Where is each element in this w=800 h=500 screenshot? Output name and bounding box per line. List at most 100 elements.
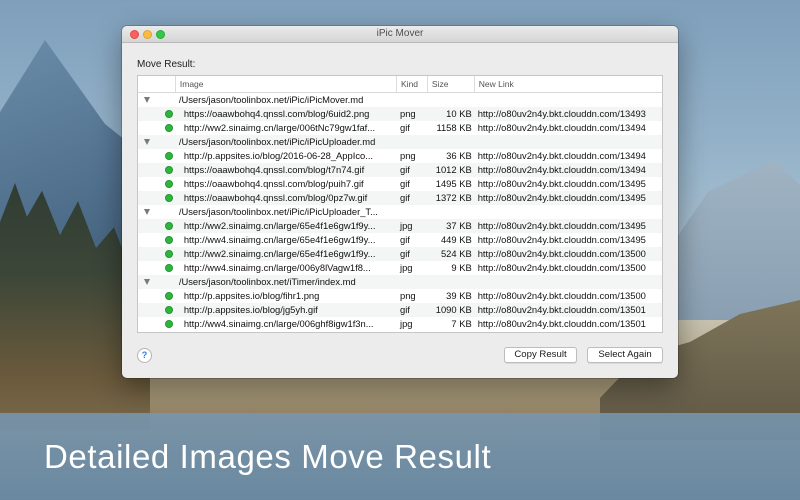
success-status-icon bbox=[165, 222, 173, 230]
success-status-icon bbox=[165, 180, 173, 188]
size-cell: 1372 KB bbox=[435, 192, 472, 203]
image-url-cell: https://oaawbohq4.qnssl.com/blog/6uid2.p… bbox=[183, 108, 370, 119]
success-status-icon bbox=[165, 306, 173, 314]
disclosure-triangle-icon[interactable] bbox=[144, 139, 150, 145]
tree-cell bbox=[138, 93, 176, 107]
title-bar: iPic Mover bbox=[122, 26, 678, 43]
image-url-cell: https://oaawbohq4.qnssl.com/blog/puih7.g… bbox=[183, 178, 364, 189]
tree-cell bbox=[138, 205, 176, 219]
image-url-cell: http://ww4.sinaimg.cn/large/65e4f1e6gw1f… bbox=[183, 234, 376, 245]
success-status-icon bbox=[165, 110, 173, 118]
tree-cell bbox=[138, 247, 176, 261]
new-link-cell: http://o80uv2n4y.bkt.clouddn.com/13495 bbox=[477, 192, 646, 203]
group-row[interactable]: /Users/jason/toolinbox.net/iTimer/index.… bbox=[138, 275, 662, 289]
table-row[interactable]: https://oaawbohq4.qnssl.com/blog/0pz7w.g… bbox=[138, 191, 662, 205]
group-row[interactable]: /Users/jason/toolinbox.net/iPic/iPicUplo… bbox=[138, 135, 662, 149]
tree-cell bbox=[138, 149, 176, 163]
table-row[interactable]: http://p.appsites.io/blog/2016-06-28_App… bbox=[138, 149, 662, 163]
promo-caption: Detailed Images Move Result bbox=[44, 438, 492, 475]
new-link-cell: http://o80uv2n4y.bkt.clouddn.com/13494 bbox=[477, 122, 646, 133]
new-link-cell: http://o80uv2n4y.bkt.clouddn.com/13495 bbox=[477, 220, 646, 231]
disclosure-triangle-icon[interactable] bbox=[144, 209, 150, 215]
new-link-cell: http://o80uv2n4y.bkt.clouddn.com/13495 bbox=[477, 234, 646, 245]
disclosure-triangle-icon[interactable] bbox=[144, 279, 150, 285]
image-url-cell: http://ww2.sinaimg.cn/large/65e4f1e6gw1f… bbox=[183, 248, 376, 259]
select-again-button[interactable]: Select Again bbox=[587, 347, 663, 363]
tree-cell bbox=[138, 177, 176, 191]
image-url-cell: http://ww2.sinaimg.cn/large/006tNc79gw1f… bbox=[183, 122, 376, 133]
size-cell: 37 KB bbox=[446, 220, 472, 231]
move-result-table[interactable]: Image Kind Size New Link /Users/jason/to… bbox=[137, 75, 663, 333]
table-row[interactable]: http://p.appsites.io/blog/fihr1.png png 39… bbox=[138, 289, 662, 303]
copy-result-button[interactable]: Copy Result bbox=[504, 347, 577, 363]
tree-cell bbox=[138, 219, 176, 233]
table-row[interactable]: http://ww4.sinaimg.cn/large/65e4f1e6gw1f… bbox=[138, 233, 662, 247]
image-url-cell: http://p.appsites.io/blog/2016-06-28_App… bbox=[183, 150, 374, 161]
size-column-header[interactable]: Size bbox=[428, 76, 475, 92]
markdown-path-cell: /Users/jason/toolinbox.net/iPic/iPicUplo… bbox=[178, 206, 378, 217]
tree-cell bbox=[138, 233, 176, 247]
kind-cell: gif bbox=[400, 248, 410, 259]
kind-cell: jpg bbox=[400, 318, 413, 329]
kind-column-header[interactable]: Kind bbox=[397, 76, 428, 92]
table-row[interactable]: https://oaawbohq4.qnssl.com/blog/puih7.g… bbox=[138, 177, 662, 191]
new-link-column-header[interactable]: New Link bbox=[475, 76, 662, 92]
image-column-header[interactable]: Image bbox=[176, 76, 398, 92]
tree-cell bbox=[138, 107, 176, 121]
tree-cell bbox=[138, 261, 176, 275]
new-link-cell: http://o80uv2n4y.bkt.clouddn.com/13500 bbox=[477, 290, 646, 301]
size-cell: 1495 KB bbox=[435, 178, 472, 189]
size-cell: 1090 KB bbox=[435, 304, 472, 315]
size-cell: 1158 KB bbox=[436, 122, 472, 133]
kind-cell: gif bbox=[400, 178, 410, 189]
success-status-icon bbox=[165, 124, 173, 132]
disclosure-triangle-icon[interactable] bbox=[144, 97, 150, 103]
new-link-cell: http://o80uv2n4y.bkt.clouddn.com/13495 bbox=[477, 178, 646, 189]
table-row[interactable]: http://ww2.sinaimg.cn/large/65e4f1e6gw1f… bbox=[138, 247, 662, 261]
table-header: Image Kind Size New Link bbox=[138, 76, 662, 93]
success-status-icon bbox=[165, 152, 173, 160]
image-url-cell: http://ww4.sinaimg.cn/large/006ghf8igw1f… bbox=[183, 318, 374, 329]
size-cell: 39 KB bbox=[446, 290, 472, 301]
markdown-path-cell: /Users/jason/toolinbox.net/iTimer/index.… bbox=[178, 276, 356, 287]
tree-cell bbox=[138, 121, 176, 135]
image-url-cell: https://oaawbohq4.qnssl.com/blog/t7n74.g… bbox=[183, 164, 365, 175]
kind-cell: gif bbox=[400, 192, 410, 203]
kind-cell: gif bbox=[400, 234, 410, 245]
new-link-cell: http://o80uv2n4y.bkt.clouddn.com/13500 bbox=[477, 262, 646, 273]
kind-cell: jpg bbox=[400, 220, 413, 231]
size-cell: 524 KB bbox=[440, 248, 472, 259]
table-row[interactable]: https://oaawbohq4.qnssl.com/blog/6uid2.p… bbox=[138, 107, 662, 121]
tree-cell bbox=[138, 289, 176, 303]
success-status-icon bbox=[165, 166, 173, 174]
table-row[interactable]: http://ww2.sinaimg.cn/large/006tNc79gw1f… bbox=[138, 121, 662, 135]
table-row[interactable]: http://p.appsites.io/blog/jg5yh.gif gif 10… bbox=[138, 303, 662, 317]
success-status-icon bbox=[165, 264, 173, 272]
table-row[interactable]: https://oaawbohq4.qnssl.com/blog/t7n74.g… bbox=[138, 163, 662, 177]
image-url-cell: http://ww2.sinaimg.cn/large/65e4f1e6gw1f… bbox=[183, 220, 376, 231]
table-body: /Users/jason/toolinbox.net/iPic/iPicMove… bbox=[138, 93, 662, 331]
group-row[interactable]: /Users/jason/toolinbox.net/iPic/iPicUplo… bbox=[138, 205, 662, 219]
image-url-cell: http://ww4.sinaimg.cn/large/006y8lVagw1f… bbox=[183, 262, 371, 273]
size-cell: 449 KB bbox=[440, 234, 472, 245]
kind-cell: png bbox=[400, 108, 416, 119]
kind-cell: jpg bbox=[400, 262, 413, 273]
help-button[interactable]: ? bbox=[137, 348, 152, 363]
kind-cell: png bbox=[400, 290, 416, 301]
table-row[interactable]: http://ww4.sinaimg.cn/large/006y8lVagw1f… bbox=[138, 261, 662, 275]
window-title: iPic Mover bbox=[376, 28, 424, 39]
success-status-icon bbox=[165, 236, 173, 244]
size-cell: 7 KB bbox=[451, 318, 472, 329]
tree-cell bbox=[138, 317, 176, 331]
image-url-cell: https://oaawbohq4.qnssl.com/blog/0pz7w.g… bbox=[183, 192, 368, 203]
new-link-cell: http://o80uv2n4y.bkt.clouddn.com/13493 bbox=[477, 108, 646, 119]
group-row[interactable]: /Users/jason/toolinbox.net/iPic/iPicMove… bbox=[138, 93, 662, 107]
image-url-cell: http://p.appsites.io/blog/fihr1.png bbox=[183, 290, 320, 301]
size-cell: 1012 KB bbox=[435, 164, 472, 175]
new-link-cell: http://o80uv2n4y.bkt.clouddn.com/13501 bbox=[477, 304, 646, 315]
markdown-path-cell: /Users/jason/toolinbox.net/iPic/iPicMove… bbox=[178, 94, 364, 105]
ipic-mover-window: iPic Mover Move Result: Image Kind Size … bbox=[122, 26, 678, 378]
table-row[interactable]: http://ww4.sinaimg.cn/large/006ghf8igw1f… bbox=[138, 317, 662, 331]
kind-cell: gif bbox=[400, 164, 410, 175]
table-row[interactable]: http://ww2.sinaimg.cn/large/65e4f1e6gw1f… bbox=[138, 219, 662, 233]
